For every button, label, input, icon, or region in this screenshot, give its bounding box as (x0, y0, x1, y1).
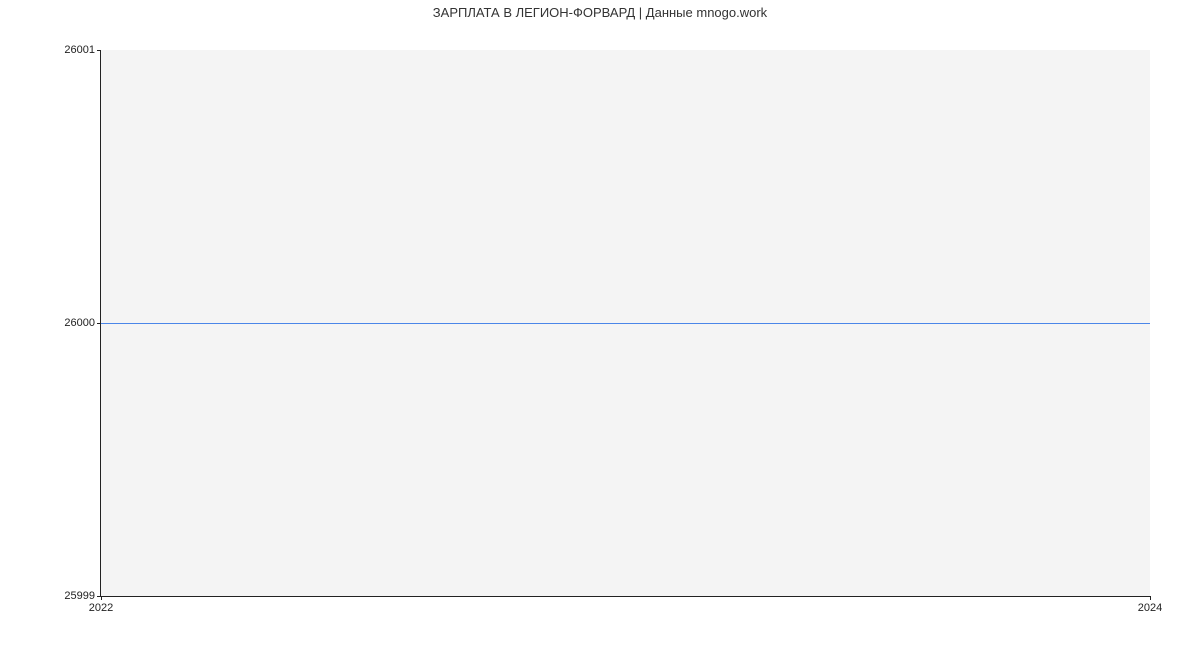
x-tick-mark (101, 596, 102, 600)
y-tick-label: 26001 (64, 44, 101, 56)
y-tick-label: 25999 (64, 590, 101, 602)
y-tick-mark (97, 50, 101, 51)
x-tick-label: 2024 (1138, 602, 1162, 614)
x-tick-mark (1150, 596, 1151, 600)
chart-data-line (101, 323, 1150, 324)
chart-title: ЗАРПЛАТА В ЛЕГИОН-ФОРВАРД | Данные mnogo… (0, 5, 1200, 20)
chart-plot-area: 26001 26000 25999 2022 2024 (100, 50, 1150, 597)
y-tick-label: 26000 (64, 317, 101, 329)
x-tick-label: 2022 (89, 602, 113, 614)
